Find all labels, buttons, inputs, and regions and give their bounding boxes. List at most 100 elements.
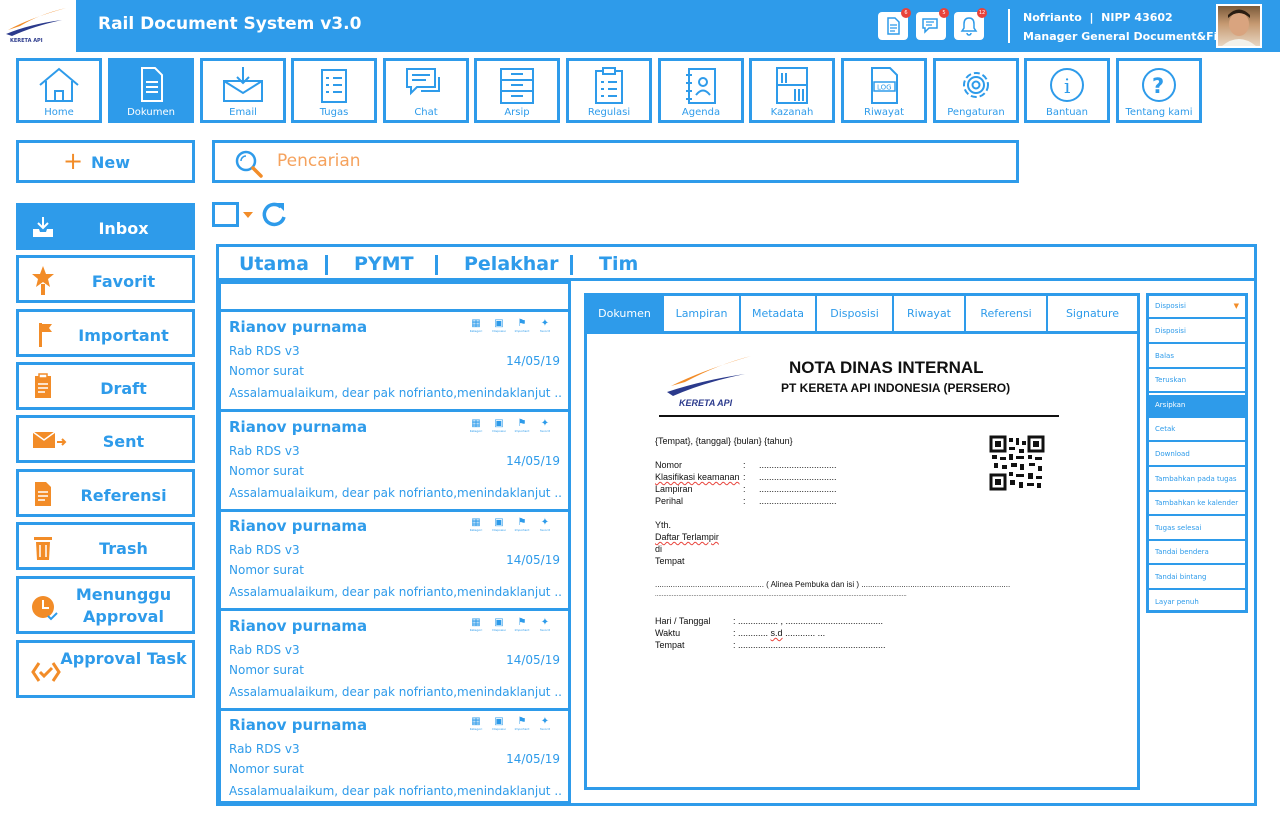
nav-label: Chat <box>414 107 438 118</box>
message-action-favorit[interactable]: ✦ favorit <box>536 716 554 731</box>
new-button[interactable]: + New <box>16 140 195 183</box>
message-action-label: favorit <box>540 627 550 632</box>
nav-agenda[interactable]: Agenda <box>658 58 744 123</box>
schedule-emph: s.d <box>770 628 783 638</box>
message-actions: ▦ Kategori ▣ Disposisi ⚑ Important ✦ favorit <box>467 617 557 637</box>
nav-tugas[interactable]: Tugas <box>291 58 377 123</box>
search-input[interactable] <box>277 151 977 171</box>
message-row[interactable]: Rianov purnama ▦ Kategori ▣ Disposisi ⚑ Import… <box>221 710 568 810</box>
nav-regulasi[interactable]: Regulasi <box>566 58 652 123</box>
nav-pengaturan[interactable]: Pengaturan <box>933 58 1019 123</box>
kai-logo[interactable]: KERETA API <box>0 0 76 52</box>
message-actions: ▦ Kategori ▣ Disposisi ⚑ Important ✦ favorit <box>467 318 557 338</box>
chevron-down-icon[interactable] <box>242 211 254 219</box>
action-item-download[interactable]: Download <box>1149 444 1245 467</box>
message-action-kategori[interactable]: ▦ Kategori <box>467 716 485 731</box>
chat-notification-icon[interactable]: 5 <box>916 8 949 40</box>
header-divider <box>1008 9 1010 43</box>
message-action-important[interactable]: ⚑ Important <box>513 617 531 632</box>
sidebar-item-referensi[interactable]: Referensi <box>16 469 195 517</box>
message-row[interactable]: Rianov purnama ▦ Kategori ▣ Disposisi ⚑ Import… <box>221 412 568 512</box>
select-all-checkbox[interactable] <box>212 202 239 227</box>
nav-home[interactable]: Home <box>16 58 102 123</box>
message-action-disposisi[interactable]: ▣ Disposisi <box>490 318 508 333</box>
doc-tab-referensi[interactable]: Referensi <box>966 296 1048 331</box>
schedule-value: : ................ , ...................… <box>733 616 884 626</box>
action-item-balas[interactable]: Balas <box>1149 346 1245 369</box>
nav-tentang-kami[interactable]: ? Tentang kami <box>1116 58 1202 123</box>
sidebar-item-favorit[interactable]: Favorit <box>16 255 195 303</box>
message-action-disposisi[interactable]: ▣ Disposisi <box>490 716 508 731</box>
message-action-disposisi[interactable]: ▣ Disposisi <box>490 617 508 632</box>
sidebar-item-draft[interactable]: Draft <box>16 362 195 410</box>
message-row[interactable]: Rianov purnama ▦ Kategori ▣ Disposisi ⚑ Import… <box>221 511 568 612</box>
document-place-date: {Tempat}, {tanggal} {bulan} {tahun} <box>655 436 793 446</box>
message-action-favorit[interactable]: ✦ favorit <box>536 318 554 333</box>
tab-utama[interactable]: Utama <box>239 253 309 275</box>
notification-badge: 5 <box>939 8 949 18</box>
doc-tab-dokumen[interactable]: Dokumen <box>587 296 664 331</box>
nav-dokumen[interactable]: Dokumen <box>108 58 194 123</box>
tab-separator <box>325 255 328 275</box>
message-action-favorit[interactable]: ✦ favorit <box>536 617 554 632</box>
nav-arsip[interactable]: Arsip <box>474 58 560 123</box>
nav-bantuan[interactable]: i Bantuan <box>1024 58 1110 123</box>
doc-tab-lampiran[interactable]: Lampiran <box>664 296 741 331</box>
action-item-tandai-bendera[interactable]: Tandai bendera <box>1149 542 1245 566</box>
action-dropdown[interactable]: Disposisi ▼ <box>1149 296 1245 319</box>
message-action-favorit[interactable]: ✦ favorit <box>536 418 554 433</box>
message-action-label: Disposisi <box>492 727 506 732</box>
doc-tab-metadata[interactable]: Metadata <box>741 296 817 331</box>
nav-chat[interactable]: Chat <box>383 58 469 123</box>
doc-tab-riwayat[interactable]: Riwayat <box>894 296 966 331</box>
tab-tim[interactable]: Tim <box>599 253 638 275</box>
message-action-important[interactable]: ⚑ Important <box>513 418 531 433</box>
sidebar-item-important[interactable]: Important <box>16 309 195 357</box>
message-row[interactable]: Rianov purnama ▦ Kategori ▣ Disposisi ⚑ Import… <box>221 312 568 412</box>
action-item-tambahkan-pada-tugas[interactable]: Tambahkan pada tugas <box>1149 469 1245 492</box>
message-action-kategori[interactable]: ▦ Kategori <box>467 318 485 333</box>
refresh-icon[interactable] <box>259 199 291 230</box>
doc-tab-signature[interactable]: Signature <box>1048 296 1137 331</box>
message-action-important[interactable]: ⚑ Important <box>513 517 531 532</box>
schedule-value: : ......................................… <box>733 640 886 650</box>
tab-pelakhar[interactable]: Pelakhar <box>464 253 559 275</box>
message-action-label: favorit <box>540 727 550 732</box>
action-item-cetak[interactable]: Cetak <box>1149 419 1245 443</box>
action-item-disposisi[interactable]: Disposisi <box>1149 321 1245 344</box>
message-action-kategori[interactable]: ▦ Kategori <box>467 517 485 532</box>
sidebar-item-sent[interactable]: Sent <box>16 415 195 463</box>
message-action-important[interactable]: ⚑ Important <box>513 318 531 333</box>
action-item-layar-penuh[interactable]: Layar penuh <box>1149 592 1245 615</box>
avatar[interactable] <box>1216 4 1262 48</box>
search-box[interactable] <box>212 140 1019 183</box>
message-action-disposisi[interactable]: ▣ Disposisi <box>490 517 508 532</box>
message-action-favorit[interactable]: ✦ favorit <box>536 517 554 532</box>
nav-email[interactable]: Email <box>200 58 286 123</box>
action-item-arsipkan[interactable]: Arsipkan <box>1149 394 1245 418</box>
document-page: KERETA API NOTA DINAS INTERNAL PT KERETA… <box>587 334 1137 787</box>
sidebar-item-menunggu-approval[interactable]: Menunggu Approval <box>16 576 195 634</box>
sidebar-item-approval-task[interactable]: Approval Task <box>16 640 195 698</box>
message-action-label: Disposisi <box>492 428 506 433</box>
tab-pymt[interactable]: PYMT <box>354 253 414 275</box>
message-action-kategori[interactable]: ▦ Kategori <box>467 617 485 632</box>
doc-tab-disposisi[interactable]: Disposisi <box>817 296 894 331</box>
sidebar-item-trash[interactable]: Trash <box>16 522 195 570</box>
message-action-important[interactable]: ⚑ Important <box>513 716 531 731</box>
bell-icon[interactable]: 12 <box>954 8 987 40</box>
action-item-teruskan[interactable]: Teruskan <box>1149 370 1245 394</box>
document-logo-text: KERETA API <box>679 398 733 408</box>
nav-kazanah[interactable]: Kazanah <box>749 58 835 123</box>
message-action-disposisi[interactable]: ▣ Disposisi <box>490 418 508 433</box>
message-date: 14/05/19 <box>506 752 560 767</box>
nav-riwayat[interactable]: LOG Riwayat <box>841 58 927 123</box>
action-item-tandai-bintang[interactable]: Tandai bintang <box>1149 567 1245 590</box>
message-action-kategori[interactable]: ▦ Kategori <box>467 418 485 433</box>
action-item-tugas-selesai[interactable]: Tugas selesai <box>1149 518 1245 541</box>
document-notification-icon[interactable]: 6 <box>878 8 911 40</box>
sidebar-item-inbox[interactable]: Inbox <box>16 203 195 250</box>
action-item-tambahkan-ke-kalender[interactable]: Tambahkan ke kalender <box>1149 493 1245 517</box>
message-row[interactable]: Rianov purnama ▦ Kategori ▣ Disposisi ⚑ Import… <box>221 611 568 711</box>
document-recipient: Daftar Terlampir <box>655 532 719 542</box>
